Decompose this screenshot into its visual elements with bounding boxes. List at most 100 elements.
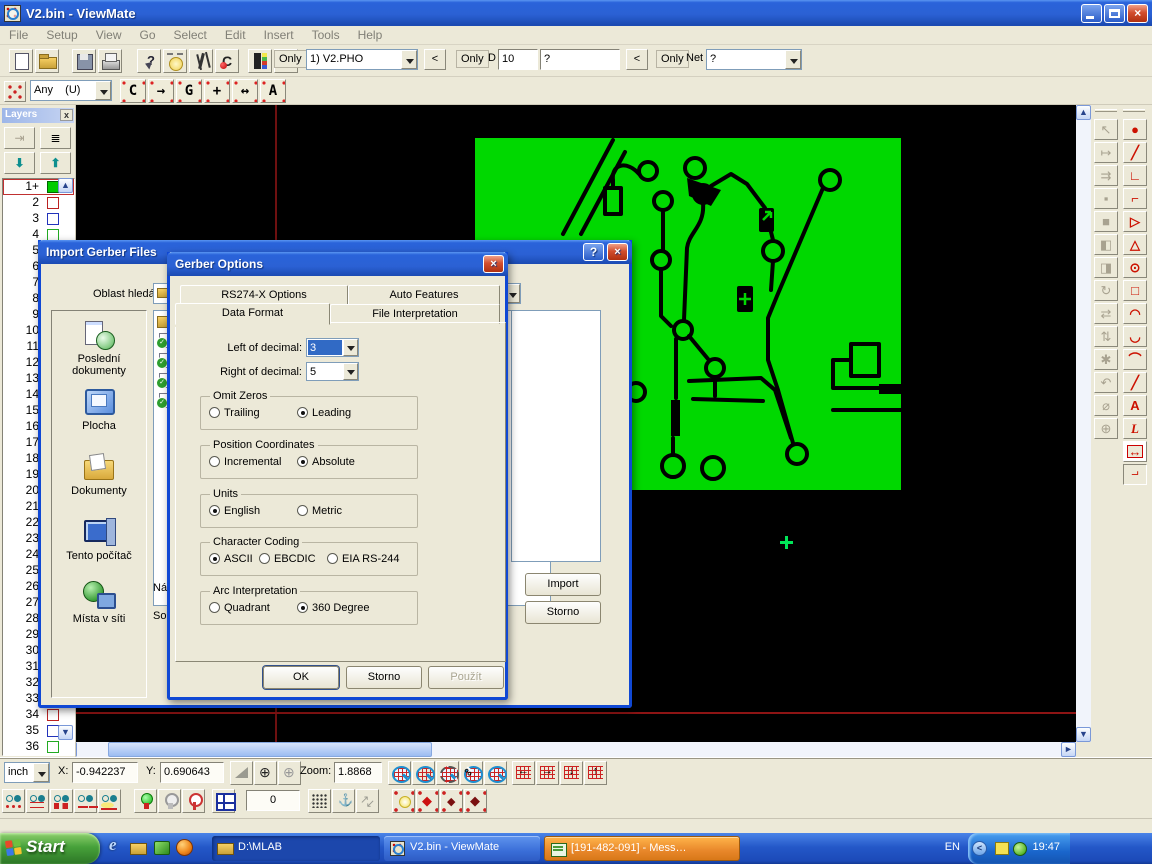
swap-tool[interactable]: ⇄ (1094, 303, 1118, 324)
layer-up-button[interactable]: ⬆ (40, 152, 71, 174)
preview-list[interactable] (511, 310, 601, 562)
small-square-tool[interactable]: ▪ (1094, 188, 1118, 209)
radio-option[interactable]: Metric (297, 505, 342, 519)
units-combo[interactable]: inch (4, 762, 50, 783)
highlight-on[interactable] (134, 789, 157, 813)
net-combo[interactable]: ? (706, 49, 802, 70)
corner-trace-tool[interactable]: ∟ (1123, 165, 1147, 186)
menu-item[interactable]: Edit (216, 26, 255, 44)
only-layer-toggle[interactable]: Only (274, 50, 307, 68)
arc-tool[interactable]: ◠ (1123, 303, 1147, 324)
origin-tool[interactable]: ⊕ (1094, 418, 1118, 439)
radio-option[interactable]: EIA RS-244 (327, 553, 399, 567)
left-of-decimal-dropdown[interactable] (343, 339, 358, 356)
tab-data-format[interactable]: Data Format (175, 303, 330, 325)
tray-flower-icon[interactable] (1012, 841, 1026, 855)
scroll-right-button[interactable]: ► (1061, 742, 1076, 757)
view-lines[interactable] (26, 789, 49, 813)
layer-scroll-down-button[interactable]: ▼ (58, 725, 73, 740)
layer-stack-button[interactable]: ≣ (40, 127, 71, 149)
flash-dark-s[interactable] (440, 789, 463, 813)
place-item[interactable]: Dokumenty (52, 451, 146, 497)
highlight-off[interactable] (158, 789, 181, 813)
place-item[interactable]: Místa v síti (52, 579, 146, 625)
curve-tool[interactable]: ◡ (1123, 326, 1147, 347)
task-button[interactable]: D:\MLAB (212, 836, 380, 861)
view-dots[interactable] (2, 789, 25, 813)
a-filter-button[interactable]: A (260, 79, 286, 103)
menu-item[interactable]: File (0, 26, 37, 44)
pan-right[interactable] (536, 761, 559, 785)
dcode-pattern-icon[interactable] (4, 81, 26, 102)
radio-option[interactable]: Trailing (209, 407, 260, 421)
layer-down-button[interactable]: ⬇ (4, 152, 35, 174)
only-dcode-toggle[interactable]: Only (456, 50, 489, 68)
menu-item[interactable]: Setup (37, 26, 86, 44)
layer-swatch[interactable] (47, 197, 59, 209)
layer-swatch[interactable] (47, 213, 59, 225)
clear-red[interactable] (215, 49, 239, 73)
trace-tool[interactable]: ╱ (1123, 142, 1147, 163)
anchor[interactable] (332, 789, 355, 813)
large-square-tool[interactable]: ■ (1094, 211, 1118, 232)
place-item[interactable]: Tento počítač (52, 516, 146, 562)
tab-file-interpretation[interactable]: File Interpretation (330, 304, 500, 324)
fillet-tool[interactable]: ⌐ (1123, 464, 1147, 485)
dcode-input[interactable]: 10 (498, 49, 538, 70)
menu-item[interactable]: Insert (255, 26, 303, 44)
close-button[interactable]: × (1127, 4, 1148, 23)
layer-combo-dropdown[interactable] (401, 50, 417, 69)
layers-panel-title[interactable]: Layers x (2, 108, 74, 123)
tray-chevron-icon[interactable]: < (972, 841, 987, 856)
gerber-dialog-title-bar[interactable]: Gerber Options × (167, 252, 508, 276)
radio-option[interactable]: Incremental (209, 456, 281, 470)
dcode-filter-input[interactable]: ? (540, 49, 620, 70)
radio-option[interactable]: ASCII (209, 553, 253, 567)
horizontal-scroll-thumb[interactable] (108, 742, 432, 757)
task-button[interactable]: [191-482-091] - Mess… (544, 836, 740, 861)
zoom-selection[interactable] (412, 761, 435, 785)
layer-row[interactable]: 3 (3, 211, 74, 227)
open-folder[interactable] (35, 49, 59, 73)
selection-mode-combo[interactable]: Any (U) (30, 80, 112, 101)
label-tool[interactable]: L (1123, 418, 1147, 439)
ok-button[interactable]: OK (263, 666, 339, 689)
pan-left[interactable] (512, 761, 535, 785)
dock-grab-handle[interactable] (1123, 109, 1145, 112)
dcode-grid[interactable] (460, 761, 483, 785)
layer-scroll-up-button[interactable]: ▲ (58, 178, 73, 193)
grid-toggle[interactable] (484, 761, 507, 785)
scroll-down-button[interactable]: ▼ (1076, 727, 1091, 742)
zoom-in[interactable] (388, 761, 411, 785)
zoom-window[interactable] (436, 761, 459, 785)
rectangle-tool[interactable]: □ (1123, 280, 1147, 301)
sketch-line-tool[interactable]: ╱ (1123, 372, 1147, 393)
flash-bright[interactable] (392, 789, 415, 813)
radio-option[interactable]: Leading (297, 407, 351, 421)
import-cancel-button[interactable]: Storno (525, 601, 601, 624)
radio-option[interactable]: Absolute (297, 456, 355, 470)
maximize-button[interactable] (1104, 4, 1125, 23)
horizontal-scrollbar[interactable]: ◄ ► (62, 742, 1076, 757)
dialog-close-button[interactable]: × (607, 243, 628, 261)
layer-swatch[interactable] (47, 709, 59, 721)
dialog-help-button[interactable]: ? (583, 243, 604, 261)
mirror-vertical-tool[interactable]: ◨ (1094, 257, 1118, 278)
right-of-decimal-dropdown[interactable] (343, 363, 358, 380)
triangle-tool[interactable]: △ (1123, 234, 1147, 255)
cut-tool[interactable]: ⌀ (1094, 395, 1118, 416)
panel-grid-button[interactable] (212, 789, 235, 813)
only-net-toggle[interactable]: Only (656, 50, 689, 68)
copy-traces-tool[interactable]: ⇉ (1094, 165, 1118, 186)
film-colors[interactable] (248, 49, 272, 73)
dot-matrix[interactable] (308, 789, 331, 813)
g-filter-button[interactable]: G (176, 79, 202, 103)
angle-measure[interactable] (230, 761, 253, 785)
minimize-button[interactable] (1081, 4, 1102, 23)
snap-grid-tool[interactable]: ✱ (1094, 349, 1118, 370)
help-book[interactable] (152, 838, 170, 856)
angle-arc-tool[interactable]: ▷ (1123, 211, 1147, 232)
tab-auto-features[interactable]: Auto Features (348, 285, 500, 305)
units-dropdown[interactable] (33, 763, 49, 782)
task-button[interactable]: V2.bin - ViewMate (384, 836, 540, 861)
